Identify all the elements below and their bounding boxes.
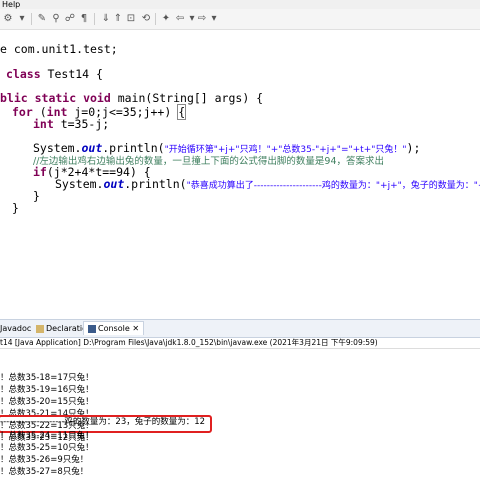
console-line: ！总数35-19=16只兔！	[0, 385, 94, 395]
code-line-close-if: }	[33, 188, 40, 204]
field-out: out	[103, 177, 125, 191]
back-icon[interactable]: ⇦	[174, 13, 186, 25]
console-line: ！总数35-25=10只兔！	[0, 443, 94, 453]
search-icon[interactable]: ⚲	[50, 13, 62, 25]
toolbar-separator	[31, 13, 32, 25]
close-icon[interactable]: ✕	[132, 324, 139, 333]
dropdown-icon[interactable]: ▾	[208, 13, 220, 25]
keyword: for	[12, 105, 33, 119]
code-line-close-for: }	[12, 200, 19, 216]
paragraph-icon[interactable]: ¶	[78, 13, 90, 25]
code-text: .println(	[124, 177, 187, 191]
console-line: ！总数35-26=9只兔！	[0, 455, 89, 465]
javadoc-label: Javadoc	[0, 324, 32, 333]
keyword: blic static void	[0, 91, 111, 105]
build-icon[interactable]: ☍	[64, 13, 76, 25]
console-line: ！总数35-27=8只兔！	[0, 467, 89, 477]
toolbar-separator	[94, 13, 95, 25]
prev-annotation-icon[interactable]: ⇑	[112, 13, 124, 25]
toolbar-separator	[155, 13, 156, 25]
marker-icon[interactable]: ⊡	[125, 13, 137, 25]
code-line-t: int t=35-j;	[33, 116, 109, 132]
console-icon	[88, 324, 96, 333]
toolbar: ⚙ ▾ ✎ ⚲ ☍ ¶ ⇓ ⇑ ⊡ ⟲ ✦ ⇦ ▾ ⇨ ▾	[0, 9, 480, 30]
console-line: ！总数35-20=15只兔！	[0, 397, 94, 407]
run-icon[interactable]: ▾	[16, 13, 28, 25]
forward-icon[interactable]: ⇨	[196, 13, 208, 25]
tab-javadoc[interactable]: Javadoc	[0, 322, 31, 335]
code-text: );	[406, 141, 421, 155]
menubar: Help	[0, 0, 480, 9]
keyword: class	[6, 67, 41, 81]
string-literal: "恭喜成功算出了---------------------鸡的数量为："+j+"…	[186, 181, 480, 191]
declaration-icon	[36, 324, 44, 333]
pin-icon[interactable]: ✦	[160, 13, 172, 25]
code-editor[interactable]: e com.unit1.test; class Test14 { blic st…	[0, 30, 480, 316]
gear-icon[interactable]: ⚙	[2, 13, 14, 25]
next-annotation-icon[interactable]: ⇓	[100, 13, 112, 25]
console-line: ！总数35-18=17只兔！	[0, 373, 94, 383]
matching-bracket: {	[177, 104, 187, 120]
view-tabs: Javadoc Declaration Console ✕	[0, 319, 480, 338]
code-text: main(String[] args) {	[110, 91, 264, 105]
menu-help[interactable]: Help	[0, 0, 20, 9]
console-label: Console	[98, 324, 130, 333]
code-text: t=35-j;	[53, 117, 110, 131]
code-text: Test14 {	[40, 67, 103, 81]
history-icon[interactable]: ⟲	[140, 13, 152, 25]
code-text: System.	[55, 177, 104, 191]
console-line: ！总数35-24=11只兔！	[0, 431, 94, 441]
code-text: }	[33, 189, 40, 203]
annotation-icon[interactable]: ✎	[36, 13, 48, 25]
code-line-package: e com.unit1.test;	[0, 41, 118, 57]
code-text: e com.unit1.test;	[0, 42, 118, 56]
tab-console[interactable]: Console ✕	[83, 321, 145, 335]
code-text: }	[12, 201, 19, 215]
keyword: int	[33, 117, 54, 131]
code-line-class: class Test14 {	[6, 66, 103, 82]
code-line-println-2: System.out.println("恭喜成功算出了-------------…	[55, 176, 480, 192]
keyword: if	[33, 165, 47, 179]
console-launch-info: t14 [Java Application] D:\Program Files\…	[0, 337, 480, 349]
